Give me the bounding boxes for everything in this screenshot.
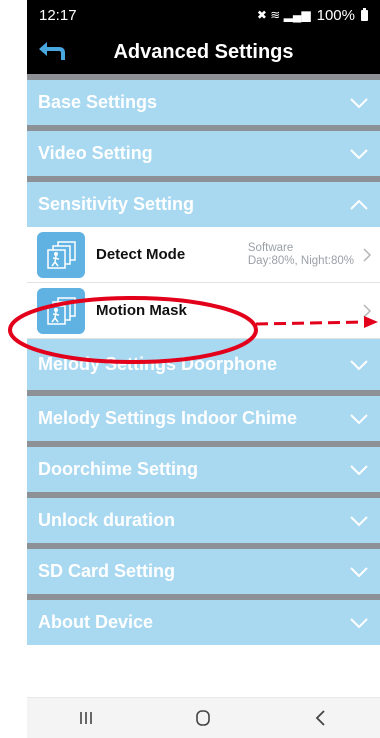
back-arrow-icon[interactable] bbox=[35, 38, 69, 66]
back-icon[interactable] bbox=[291, 703, 351, 733]
motion-detection-icon bbox=[37, 287, 85, 334]
status-icons: ✖ ≋ ▂▄▆ 100% bbox=[257, 7, 368, 24]
status-glyphs-icon: ✖ ≋ ▂▄▆ bbox=[256, 8, 311, 22]
section-label: Melody Settings Doorphone bbox=[38, 354, 278, 374]
detect-mode-label: Detect Mode bbox=[96, 246, 186, 263]
detect-mode-row[interactable]: Detect Mode Software Day:80%, Night:80% bbox=[27, 227, 380, 283]
chevron-down-icon bbox=[350, 97, 368, 108]
detect-mode-levels: Day:80%, Night:80% bbox=[247, 254, 354, 267]
chevron-up-icon bbox=[350, 199, 368, 210]
status-bar: 12:17 ✖ ≋ ▂▄▆ 100% bbox=[27, 0, 380, 30]
chevron-down-icon bbox=[350, 148, 368, 159]
section-label: Unlock duration bbox=[38, 510, 176, 530]
chevron-right-icon bbox=[363, 247, 372, 262]
section-unlock-duration[interactable]: Unlock duration bbox=[27, 492, 380, 543]
section-label: SD Card Setting bbox=[38, 561, 176, 581]
status-time: 12:17 bbox=[39, 6, 77, 24]
battery-icon bbox=[361, 7, 368, 21]
phone-screen: 12:17 ✖ ≋ ▂▄▆ 100% Advanced Settings Bas… bbox=[27, 0, 380, 738]
section-video-setting[interactable]: Video Setting bbox=[27, 125, 380, 176]
section-base-settings[interactable]: Base Settings bbox=[27, 74, 380, 125]
chevron-down-icon bbox=[350, 617, 368, 628]
section-label: Base Settings bbox=[38, 92, 158, 112]
page-title: Advanced Settings bbox=[113, 40, 294, 63]
section-label: Video Setting bbox=[38, 143, 153, 163]
detect-mode-value: Software Day:80%, Night:80% bbox=[248, 242, 354, 268]
section-about-device[interactable]: About Device bbox=[27, 594, 380, 645]
section-melody-doorphone[interactable]: Melody Settings Doorphone bbox=[27, 339, 380, 390]
motion-mask-row[interactable]: Motion Mask bbox=[27, 283, 380, 339]
motion-detection-icon bbox=[37, 231, 85, 278]
android-nav-bar bbox=[27, 697, 380, 738]
detect-mode-type: Software bbox=[247, 241, 294, 254]
section-sensitivity-setting[interactable]: Sensitivity Setting bbox=[27, 176, 380, 227]
home-icon[interactable] bbox=[173, 703, 233, 733]
chevron-down-icon bbox=[350, 359, 368, 370]
section-label: Melody Settings Indoor Chime bbox=[38, 408, 298, 428]
chevron-down-icon bbox=[350, 515, 368, 526]
section-label: About Device bbox=[38, 612, 154, 632]
app-bar: Advanced Settings bbox=[27, 30, 380, 74]
section-melody-indoor-chime[interactable]: Melody Settings Indoor Chime bbox=[27, 390, 380, 441]
recents-icon[interactable] bbox=[56, 703, 116, 733]
section-label: Sensitivity Setting bbox=[38, 194, 195, 214]
chevron-down-icon bbox=[350, 566, 368, 577]
section-label: Doorchime Setting bbox=[38, 459, 199, 479]
battery-percent: 100% bbox=[316, 6, 355, 24]
chevron-down-icon bbox=[350, 413, 368, 424]
chevron-right-icon bbox=[363, 303, 372, 318]
chevron-down-icon bbox=[350, 464, 368, 475]
section-doorchime-setting[interactable]: Doorchime Setting bbox=[27, 441, 380, 492]
section-sd-card-setting[interactable]: SD Card Setting bbox=[27, 543, 380, 594]
motion-mask-label: Motion Mask bbox=[96, 302, 187, 319]
